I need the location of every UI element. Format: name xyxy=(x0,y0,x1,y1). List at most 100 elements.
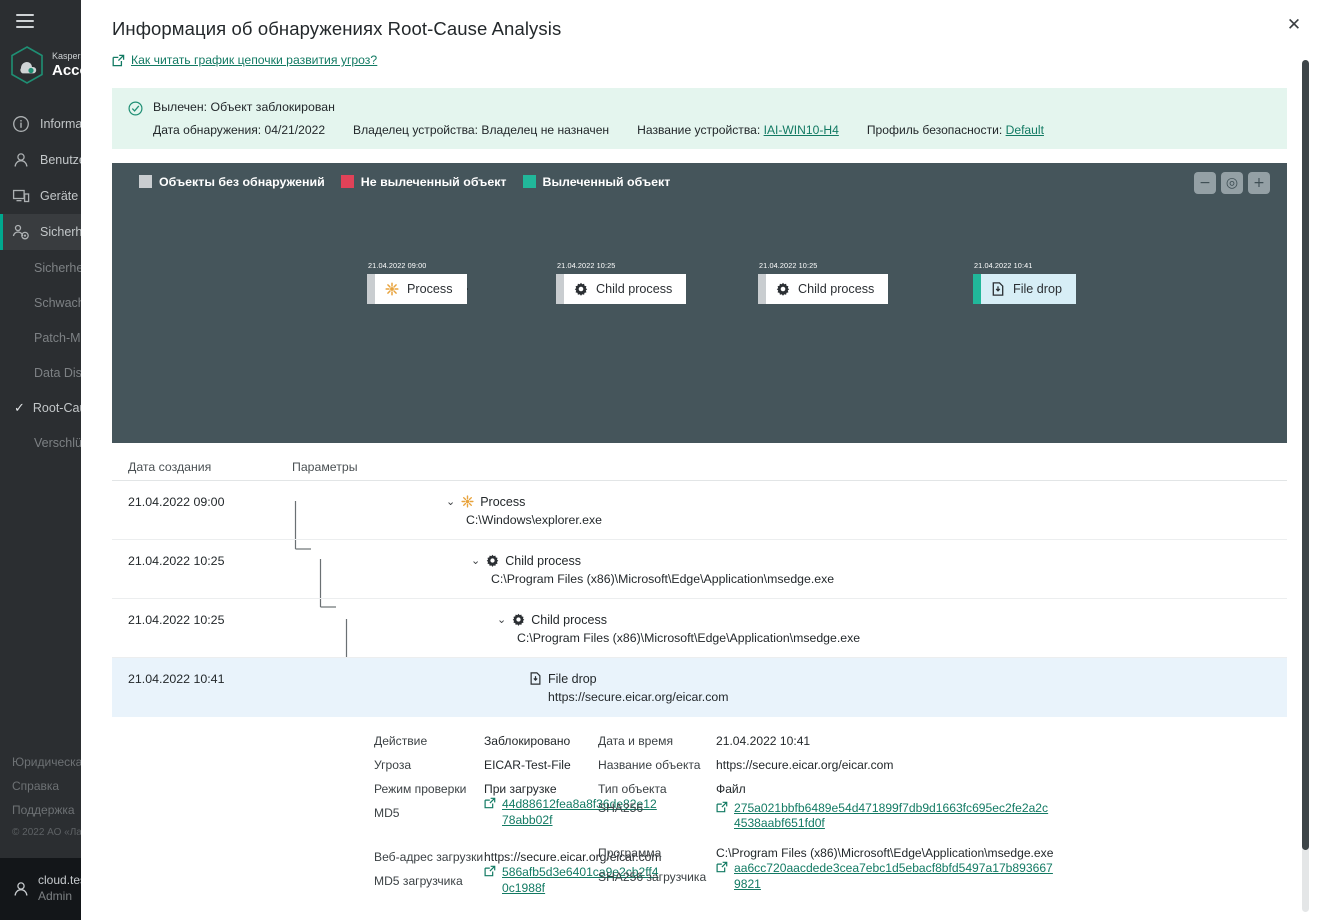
chevron-down-icon[interactable]: ⌄ xyxy=(497,614,506,625)
child-process-icon xyxy=(574,282,588,296)
detail-label-scan-mode: Режим проверки xyxy=(374,777,484,801)
downloader-sha256-link[interactable]: aa6cc720aacdede3cea7ebc1d5ebacf8bfd5497a… xyxy=(716,861,1054,892)
row-node-type: Child process xyxy=(505,554,581,568)
chevron-down-icon[interactable]: ⌄ xyxy=(446,496,455,507)
row-node-path: https://secure.eicar.org/eicar.com xyxy=(529,690,1287,704)
row-node-line: ⌄ xyxy=(446,495,1287,509)
graph-node-timestamp: 21.04.2022 10:25 xyxy=(557,261,615,270)
detail-value-datetime: 21.04.2022 10:41 xyxy=(716,729,1287,753)
details-right-column: Дата и время Название объекта Тип объект… xyxy=(572,729,1287,893)
table-row[interactable]: 21.04.2022 10:41 File drop xyxy=(112,658,1287,717)
user-icon xyxy=(12,151,30,169)
child-process-icon xyxy=(486,554,499,567)
burger-bar xyxy=(16,14,34,16)
graph-node-timestamp: 21.04.2022 09:00 xyxy=(368,261,426,270)
meta-label: Дата обнаружения: xyxy=(153,123,261,137)
details-left-labels: Действие Угроза Режим проверки MD5 Веб-а… xyxy=(374,729,484,893)
help-link-label: Как читать график цепочки развития угроз… xyxy=(131,53,377,67)
graph-node-timestamp: 21.04.2022 10:25 xyxy=(759,261,817,270)
row-node-path: C:\Windows\explorer.exe xyxy=(446,513,1287,527)
meta-value: 04/21/2022 xyxy=(265,123,326,137)
status-meta-row: Дата обнаружения: 04/21/2022 Владелец ус… xyxy=(153,123,1044,137)
detail-value-sha256: 275a021bbfb6489e54d471899f7db9d1663fc695… xyxy=(716,801,1287,841)
tree-table: 21.04.2022 09:00 ⌄ xyxy=(112,481,1287,717)
detail-label-md5: MD5 xyxy=(374,801,484,825)
column-header-params: Параметры xyxy=(274,460,358,474)
graph-node-body: File drop xyxy=(981,282,1076,296)
check-circle-icon xyxy=(128,101,143,116)
row-params: File drop https://secure.eicar.org/eicar… xyxy=(274,672,1287,704)
detail-label-downloader-sha256: SHA256 загрузчика xyxy=(598,865,716,889)
security-icon xyxy=(12,223,30,241)
modal-scrollbar[interactable] xyxy=(1302,60,1309,912)
row-indent-wrapper: File drop https://secure.eicar.org/eicar… xyxy=(274,672,1287,704)
row-indent-wrapper: ⌄ Child process C:\Program Files (x86)\M… xyxy=(274,613,1287,645)
file-drop-icon xyxy=(529,672,542,685)
graph-node-label: Child process xyxy=(596,282,672,296)
graph-node-timestamp: 21.04.2022 10:41 xyxy=(974,261,1032,270)
row-params: ⌄ Child process C:\Program Files (x86)\M… xyxy=(274,554,1287,586)
kaspersky-hex-icon xyxy=(10,46,44,84)
external-link-icon xyxy=(716,861,728,873)
file-drop-icon xyxy=(991,282,1005,296)
graph-node-body: Process xyxy=(375,282,467,296)
page-title: Информация об обнаружениях Root-Cause An… xyxy=(112,18,1287,40)
threat-chain-graph[interactable]: Объекты без обнаружений Не вылеченный об… xyxy=(112,163,1287,443)
external-link-icon xyxy=(484,865,496,877)
graph-node-child-process[interactable]: Child process xyxy=(556,274,686,304)
detail-value-object-type: Файл xyxy=(716,777,1287,801)
graph-node-label: File drop xyxy=(1013,282,1062,296)
app-root: Kaspersky Account Information Benutzer xyxy=(0,0,1317,920)
row-indent-wrapper: ⌄ Child process C:\Program Files (x86)\M… xyxy=(274,554,1287,586)
external-link-icon xyxy=(716,801,728,813)
sha256-link-text: 275a021bbfb6489e54d471899f7db9d1663fc695… xyxy=(734,801,1054,832)
detail-value-object-name: https://secure.eicar.org/eicar.com xyxy=(716,753,1287,777)
details-right-values: 21.04.2022 10:41 https://secure.eicar.or… xyxy=(716,729,1287,893)
row-node-path: C:\Program Files (x86)\Microsoft\Edge\Ap… xyxy=(471,572,1287,586)
detail-label-threat: Угроза xyxy=(374,753,484,777)
scrollbar-thumb[interactable] xyxy=(1302,60,1309,850)
detail-label-sha256: SHA256 xyxy=(598,801,716,841)
table-row[interactable]: 21.04.2022 10:25 ⌄ xyxy=(112,599,1287,658)
modal-body: Информация об обнаружениях Root-Cause An… xyxy=(81,0,1317,893)
row-date: 21.04.2022 10:41 xyxy=(112,672,274,686)
info-icon xyxy=(12,115,30,133)
details-right-labels: Дата и время Название объекта Тип объект… xyxy=(598,729,716,893)
detail-label-object-type: Тип объекта xyxy=(598,777,716,801)
chevron-down-icon[interactable]: ⌄ xyxy=(471,555,480,566)
sha256-link[interactable]: 275a021bbfb6489e54d471899f7db9d1663fc695… xyxy=(716,801,1054,832)
detail-label-program: Программа xyxy=(598,841,716,865)
graph-node-status-bar xyxy=(758,274,766,304)
meta-label: Название устройства: xyxy=(637,123,760,137)
check-icon: ✓ xyxy=(14,400,25,416)
detail-label-datetime: Дата и время xyxy=(598,729,716,753)
table-row[interactable]: 21.04.2022 10:25 ⌄ xyxy=(112,540,1287,599)
device-name-link[interactable]: IAI-WIN10-H4 xyxy=(764,123,839,137)
child-process-icon xyxy=(512,613,525,626)
graph-node-file-drop[interactable]: File drop xyxy=(973,274,1076,304)
table-row[interactable]: 21.04.2022 09:00 ⌄ xyxy=(112,481,1287,540)
graph-node-label: Child process xyxy=(798,282,874,296)
row-indent-wrapper: ⌄ xyxy=(274,495,1287,527)
meta-detection-date: Дата обнаружения: 04/21/2022 xyxy=(153,123,325,137)
help-link[interactable]: Как читать график цепочки развития угроз… xyxy=(112,53,377,67)
burger-bar xyxy=(16,26,34,28)
detail-label-action: Действие xyxy=(374,729,484,753)
graph-chain: 21.04.2022 09:00 xyxy=(112,163,1287,443)
row-node-type: Child process xyxy=(531,613,607,627)
graph-node-child-process[interactable]: Child process xyxy=(758,274,888,304)
sidebar-item-label: Geräte xyxy=(40,189,78,203)
device-icon xyxy=(12,187,30,205)
row-node-line: ⌄ Child process xyxy=(471,554,1287,568)
security-profile-link[interactable]: Default xyxy=(1006,123,1044,137)
graph-node-process[interactable]: Process xyxy=(367,274,467,304)
close-icon[interactable]: ✕ xyxy=(1279,10,1309,40)
external-link-icon xyxy=(112,54,125,67)
external-link-icon xyxy=(484,797,496,809)
graph-node-status-bar xyxy=(367,274,375,304)
graph-node-body: Child process xyxy=(766,282,888,296)
detail-value-downloader-sha256: aa6cc720aacdede3cea7ebc1d5ebacf8bfd5497a… xyxy=(716,865,1287,889)
rca-detail-modal: ✕ Информация об обнаружениях Root-Cause … xyxy=(81,0,1317,920)
meta-device-owner: Владелец устройства: Владелец не назначе… xyxy=(353,123,609,137)
status-banner-content: Вылечен: Объект заблокирован Дата обнару… xyxy=(153,100,1044,137)
